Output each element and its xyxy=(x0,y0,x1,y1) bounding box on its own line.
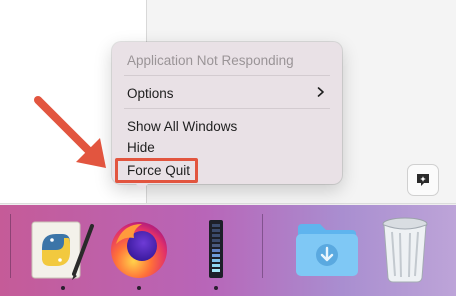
activity-monitor-icon xyxy=(209,220,223,278)
firefox-icon xyxy=(111,222,167,278)
force-quit-highlight xyxy=(115,158,198,183)
dock-item-python-launcher[interactable] xyxy=(28,218,98,284)
menu-item-options[interactable]: Options xyxy=(127,86,174,101)
trash-icon xyxy=(382,217,428,283)
dock-separator xyxy=(10,214,11,278)
red-arrow-icon xyxy=(34,96,106,168)
running-indicator xyxy=(214,286,218,290)
dock-item-downloads[interactable] xyxy=(292,218,362,280)
chevron-right-icon xyxy=(317,87,324,97)
note-button[interactable] xyxy=(407,164,439,196)
python-icon xyxy=(31,221,94,280)
running-indicator xyxy=(137,286,141,290)
dock-separator xyxy=(262,214,263,278)
menu-item-show-all-windows[interactable]: Show All Windows xyxy=(127,119,237,134)
downloads-folder-icon xyxy=(296,224,358,276)
note-sparkle-icon xyxy=(417,174,429,186)
window-bottom-edge xyxy=(0,203,456,204)
dock-item-trash[interactable] xyxy=(376,214,434,284)
dock-item-activity-monitor[interactable] xyxy=(206,220,226,278)
menu-item-hide[interactable]: Hide xyxy=(127,140,155,155)
menu-item-application-not-responding: Application Not Responding xyxy=(127,53,294,68)
running-indicator xyxy=(61,286,65,290)
dock-item-firefox[interactable] xyxy=(106,214,172,280)
menu-separator xyxy=(124,108,330,109)
menu-separator xyxy=(124,75,330,76)
